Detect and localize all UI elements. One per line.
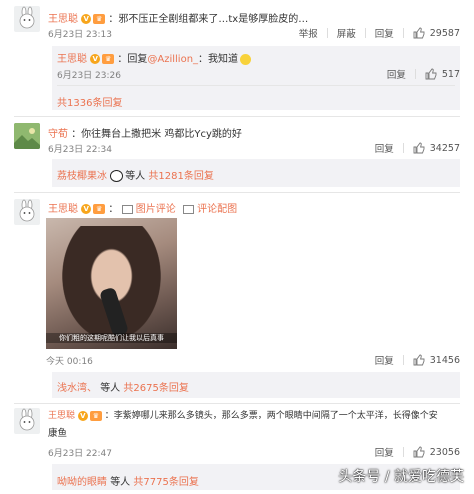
report-button[interactable]: 举报 bbox=[299, 26, 318, 40]
comment-actions: 回复 23056 bbox=[375, 445, 460, 460]
divider bbox=[14, 116, 460, 117]
comment-text-line: 王思聪 V ♛ ： 图片评论 评论配图 bbox=[48, 200, 474, 215]
comment-text: ：你往舞台上撒把米 鸡都比Ycy跳的好 bbox=[71, 129, 242, 140]
reply-button[interactable]: 回复 bbox=[375, 445, 394, 459]
block-button[interactable]: 屏蔽 bbox=[337, 26, 356, 40]
rabbit-icon bbox=[19, 6, 35, 29]
reply-button[interactable]: 回复 bbox=[375, 26, 394, 40]
username[interactable]: 王思聪 bbox=[48, 411, 75, 421]
reply-button[interactable]: 回复 bbox=[375, 141, 394, 155]
sub-reply-text-line: 王思聪 V ♛ ：回复@Azillion_：我知道 bbox=[57, 50, 437, 65]
comment-text-line: 王思聪 V ♛ ：李紫婷哪儿来那么多镜头，那么多票，两个眼睛中间隔了一个太平洋，长… bbox=[48, 408, 464, 421]
reply-username[interactable]: 呦呦的眼睛 bbox=[57, 477, 107, 488]
thumbs-up-icon[interactable] bbox=[413, 446, 425, 458]
comment-text-line: 守荀 ：你往舞台上撒把米 鸡都比Ycy跳的好 bbox=[48, 125, 474, 140]
level-icon: ♛ bbox=[93, 204, 106, 214]
smile-emoji-icon bbox=[240, 53, 252, 65]
username[interactable]: 王思聪 bbox=[48, 204, 78, 215]
comment-text: ：邪不压正全剧组都来了…tx是够厚脸皮的… bbox=[108, 14, 309, 25]
like-count: 34257 bbox=[429, 142, 460, 154]
comment-actions: 回复 31456 bbox=[375, 353, 460, 368]
divider bbox=[57, 85, 455, 86]
avatar[interactable] bbox=[14, 123, 40, 149]
sub-reply-text: ：我知道 bbox=[198, 54, 239, 65]
image-caption: 你们粗的这期呢酷们让我以后真事 bbox=[46, 333, 177, 343]
mention-link[interactable]: @Azillion_ bbox=[147, 54, 198, 65]
reply-count-link[interactable]: 共2675条回复 bbox=[123, 383, 188, 394]
sub-reply-actions: 回复 517 bbox=[387, 67, 460, 82]
more-replies-link[interactable]: 共1336条回复 bbox=[57, 94, 474, 109]
username[interactable]: 守荀 bbox=[48, 129, 68, 140]
view-image-link[interactable]: 评论配图 bbox=[197, 204, 237, 215]
thumbs-up-icon[interactable] bbox=[413, 27, 425, 39]
sub-reply-text: ：回复 bbox=[117, 54, 148, 65]
avatar[interactable] bbox=[14, 6, 40, 32]
level-icon: ♛ bbox=[93, 14, 106, 24]
comment-image[interactable]: 你们粗的这期呢酷们让我以后真事 bbox=[46, 218, 177, 349]
reply-username[interactable]: 浅水湾、 bbox=[57, 383, 97, 394]
avatar[interactable] bbox=[14, 408, 40, 434]
divider bbox=[14, 192, 460, 193]
thumbs-up-icon[interactable] bbox=[413, 354, 425, 366]
reply-button[interactable]: 回复 bbox=[387, 67, 406, 81]
like-count: 23056 bbox=[429, 446, 460, 458]
reply-button[interactable]: 回复 bbox=[375, 353, 394, 367]
reply-etc: 等人 bbox=[100, 383, 121, 394]
thumbs-up-icon[interactable] bbox=[413, 142, 425, 154]
comment-actions: 回复 34257 bbox=[375, 141, 460, 156]
reply-username[interactable]: 荔枝椰果冰 bbox=[57, 171, 107, 182]
verified-icon: V bbox=[81, 204, 92, 214]
comment-text-continued: 康鱼 bbox=[48, 428, 68, 439]
verified-icon: V bbox=[90, 54, 101, 64]
image-comment-link[interactable]: 图片评论 bbox=[136, 204, 176, 215]
comment-text-line: 王思聪 V ♛ ：邪不压正全剧组都来了…tx是够厚脸皮的… bbox=[48, 10, 474, 25]
reply-summary: 荔枝椰果冰 等人 共1281条回复 bbox=[57, 167, 474, 182]
rabbit-icon bbox=[19, 199, 35, 222]
image-icon bbox=[121, 204, 133, 214]
reply-count-link[interactable]: 共1281条回复 bbox=[148, 171, 213, 182]
verified-icon: V bbox=[81, 14, 92, 24]
reply-etc: 等人 bbox=[125, 171, 146, 182]
thumbs-up-icon[interactable] bbox=[425, 68, 437, 80]
like-count: 29587 bbox=[429, 27, 460, 39]
level-icon: ♛ bbox=[89, 410, 102, 421]
image-icon bbox=[182, 204, 194, 214]
reply-etc: 等人 bbox=[110, 477, 131, 488]
comment-actions: 举报 屏蔽 回复 29587 bbox=[299, 26, 460, 41]
comment-text: ： bbox=[108, 204, 119, 215]
like-count: 31456 bbox=[429, 354, 460, 366]
reply-summary: 浅水湾、 等人 共2675条回复 bbox=[57, 379, 474, 394]
watermark: 头条号 / 就爱吃德芙 bbox=[338, 469, 464, 485]
level-icon: ♛ bbox=[102, 54, 115, 64]
username[interactable]: 王思聪 bbox=[57, 54, 87, 65]
username[interactable]: 王思聪 bbox=[48, 14, 78, 25]
avatar[interactable] bbox=[14, 199, 40, 225]
divider bbox=[14, 403, 460, 404]
panda-emoji-icon bbox=[110, 170, 124, 182]
reply-count-link[interactable]: 共7775条回复 bbox=[133, 477, 198, 488]
landscape-icon bbox=[14, 123, 40, 149]
rabbit-icon bbox=[19, 408, 35, 431]
verified-icon: V bbox=[77, 410, 88, 421]
like-count: 517 bbox=[441, 68, 460, 80]
comment-text: ：李紫婷哪儿来那么多镜头，那么多票，两个眼睛中间隔了一个太平洋，长得像个安 bbox=[104, 411, 438, 421]
